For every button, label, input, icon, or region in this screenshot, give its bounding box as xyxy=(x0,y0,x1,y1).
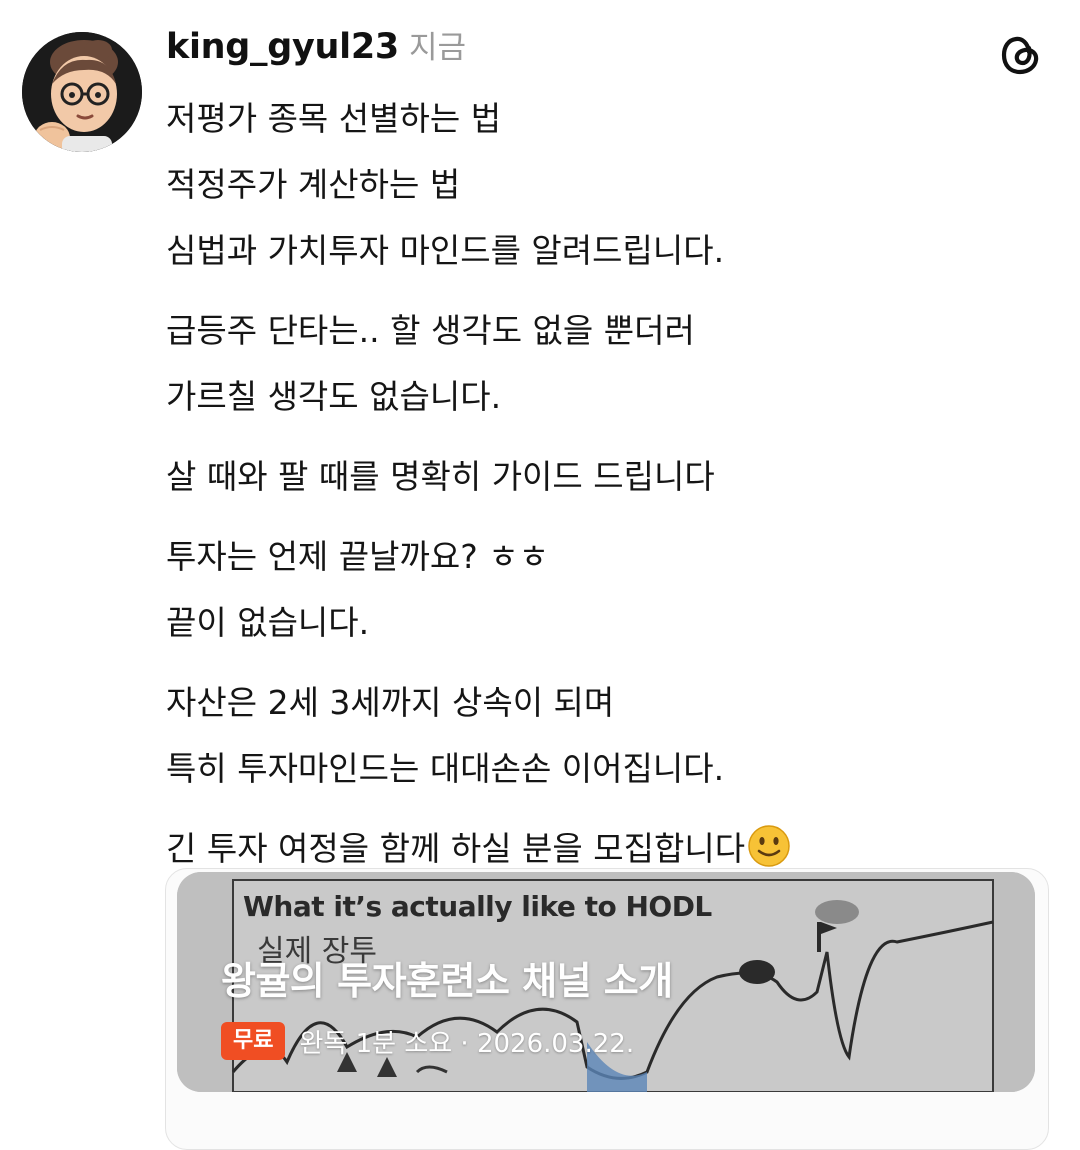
card-meta: 무료 완독 1분 소요 · 2026.03.22. xyxy=(221,1022,634,1060)
post-body: 저평가 종목 선별하는 법 적정주가 계산하는 법 심법과 가치투자 마인드를 … xyxy=(166,86,1046,896)
text-line-content: 긴 투자 여정을 함께 하실 분을 모집합니다 xyxy=(166,829,746,868)
text-line: 저평가 종목 선별하는 법 xyxy=(166,99,502,138)
post-header: king_gyul23 지금 xyxy=(166,22,466,74)
username[interactable]: king_gyul23 xyxy=(166,27,399,67)
text-line: 가르칠 생각도 없습니다. xyxy=(166,377,502,416)
read-time-date: 완독 1분 소요 · 2026.03.22. xyxy=(299,1028,635,1059)
text-line: 자산은 2세 3세까지 상속이 되며 xyxy=(166,683,615,722)
illustration-heading: What it’s actually like to HODL xyxy=(243,890,712,923)
link-preview-card[interactable]: What it’s actually like to HODL 실제 장투 왕귤… xyxy=(177,872,1035,1092)
free-badge: 무료 xyxy=(221,1022,286,1060)
slightly-smiling-face-icon xyxy=(747,824,791,868)
text-line: 급등주 단타는.. 할 생각도 없을 뿐더러 xyxy=(166,311,695,350)
memoji-avatar-icon xyxy=(22,32,142,152)
card-title[interactable]: 왕귤의 투자훈련소 채널 소개 xyxy=(221,950,673,1005)
text-line: 투자는 언제 끝날까요? ㅎㅎ xyxy=(166,537,549,576)
text-line: 특히 투자마인드는 대대손손 이어집니다. xyxy=(166,749,725,788)
paragraph: 급등주 단타는.. 할 생각도 없을 뿐더러 가르칠 생각도 없습니다. xyxy=(166,298,1046,430)
paragraph: 살 때와 팔 때를 명확히 가이드 드립니다 xyxy=(166,444,1046,510)
text-line: 적정주가 계산하는 법 xyxy=(166,165,461,204)
text-line: 심법과 가치투자 마인드를 알려드립니다. xyxy=(166,231,725,270)
paragraph: 저평가 종목 선별하는 법 적정주가 계산하는 법 심법과 가치투자 마인드를 … xyxy=(166,86,1046,284)
threads-icon[interactable] xyxy=(995,28,1047,80)
paragraph: 자산은 2세 3세까지 상속이 되며 특히 투자마인드는 대대손손 이어집니다. xyxy=(166,670,1046,802)
paragraph: 투자는 언제 끝날까요? ㅎㅎ 끝이 없습니다. xyxy=(166,524,1046,656)
text-line: 살 때와 팔 때를 명확히 가이드 드립니다 xyxy=(166,457,715,496)
text-line: 끝이 없습니다. xyxy=(166,603,370,642)
post-timestamp: 지금 xyxy=(408,30,466,66)
avatar[interactable] xyxy=(22,32,142,152)
